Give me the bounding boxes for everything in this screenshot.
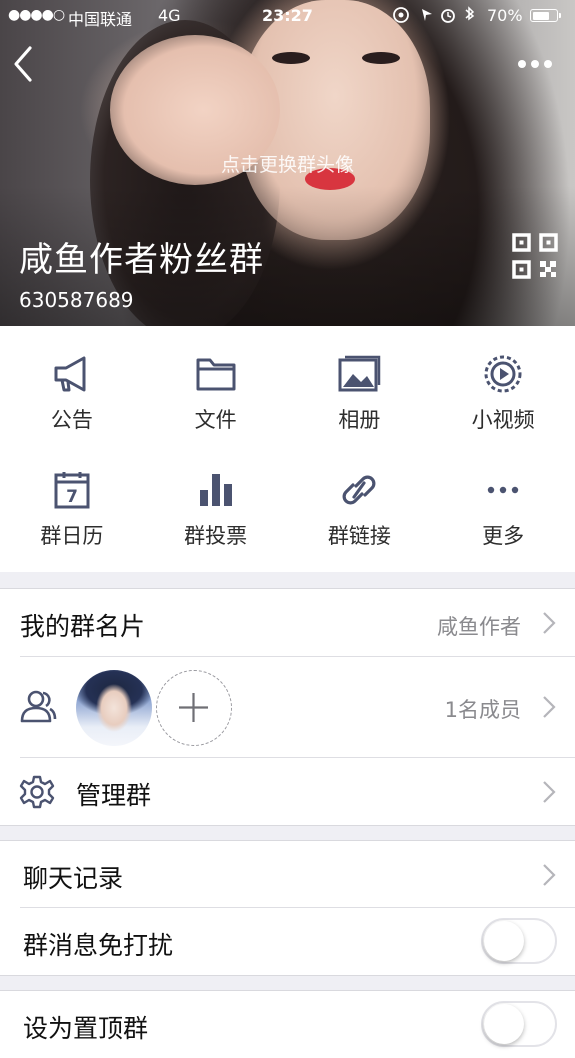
members-icon (20, 690, 57, 723)
grid-label-vote: 群投票 (184, 524, 248, 548)
grid-label-short-video: 小视频 (471, 408, 535, 432)
status-icons (392, 6, 478, 28)
member-avatar[interactable] (76, 670, 152, 746)
chevron-left-icon (14, 46, 32, 82)
plus-icon (179, 693, 208, 722)
grid-label-calendar: 群日历 (40, 524, 104, 548)
link-icon (342, 475, 376, 505)
group-id: 630587689 (19, 288, 134, 312)
pin-group-row: 设为置顶群 (0, 991, 575, 1058)
ellipsis-icon (518, 60, 552, 68)
my-group-card-label: 我的群名片 (20, 612, 146, 641)
pin-group-toggle[interactable] (481, 1001, 557, 1047)
network-type: 4G (158, 6, 181, 25)
mute-notifications-row: 群消息免打扰 (0, 908, 575, 975)
gear-icon (19, 775, 55, 809)
more-dots-icon (487, 486, 519, 494)
pin-group-label: 设为置顶群 (23, 1014, 149, 1043)
grid-label-announcement: 公告 (50, 408, 93, 432)
change-avatar-hint[interactable]: 点击更换群头像 (0, 150, 575, 177)
group-name: 咸鱼作者粉丝群 (19, 240, 264, 280)
chevron-right-icon (543, 781, 556, 803)
add-member-button[interactable] (156, 670, 232, 746)
toggle-knob (484, 1004, 524, 1044)
chevron-right-icon (543, 696, 556, 718)
grid-item-album[interactable]: 相册 (288, 326, 432, 442)
photo-eye-left (272, 52, 310, 64)
toggle-knob (484, 921, 524, 961)
grid-item-files[interactable]: 文件 (144, 326, 288, 442)
pin-section: 设为置顶群 (0, 990, 575, 1058)
grid-item-more[interactable]: 更多 (431, 442, 575, 572)
signal-strength: ●●●●○ (8, 7, 65, 23)
members-row[interactable]: 1名成员 (0, 657, 575, 757)
grid-label-album: 相册 (338, 408, 381, 432)
manage-group-row[interactable]: 管理群 (0, 758, 575, 825)
carrier-name: 中国联通 (68, 10, 133, 29)
status-time: 23:27 (262, 6, 313, 25)
status-bar: ●●●●○ 中国联通 4G 23:27 70% (0, 0, 575, 32)
folder-icon (196, 358, 236, 391)
battery-nub (559, 13, 561, 18)
grid-item-vote[interactable]: 群投票 (144, 442, 288, 572)
megaphone-icon (54, 356, 86, 392)
my-group-card-value: 咸鱼作者 (437, 615, 521, 639)
grid-item-calendar[interactable]: 7 群日历 (0, 442, 144, 572)
battery-icon (530, 9, 561, 22)
manage-group-label: 管理群 (76, 781, 152, 810)
qr-code-icon (512, 233, 558, 279)
mute-notifications-label: 群消息免打扰 (23, 931, 174, 960)
back-button[interactable] (8, 42, 44, 86)
group-feature-grid: 公告 文件 相册 小视频 7 群日历 群投票 群链接 更多 (0, 326, 575, 572)
battery-fill (532, 11, 549, 20)
calendar-icon: 7 (54, 472, 90, 509)
grid-label-more: 更多 (482, 524, 525, 548)
member-count: 1名成员 (444, 698, 521, 722)
chevron-right-icon (543, 864, 556, 886)
battery-percent: 70% (487, 6, 523, 25)
photo-eye-right (362, 52, 400, 64)
photo-album-icon (338, 355, 381, 392)
status-indicator-icons (393, 6, 475, 23)
chat-history-row[interactable]: 聊天记录 (0, 841, 575, 908)
chat-settings-section: 聊天记录 群消息免打扰 (0, 840, 575, 976)
group-info-section: 我的群名片 咸鱼作者 1名成员 管理群 (0, 588, 575, 826)
mute-notifications-toggle[interactable] (481, 918, 557, 964)
calendar-day: 7 (66, 487, 78, 507)
bar-chart-icon (199, 474, 232, 506)
more-options-button[interactable] (512, 50, 558, 78)
my-group-card-row[interactable]: 我的群名片 咸鱼作者 (0, 589, 575, 656)
grid-label-link: 群链接 (327, 524, 391, 548)
grid-label-files: 文件 (194, 408, 237, 432)
chevron-right-icon (543, 612, 556, 634)
grid-item-announcement[interactable]: 公告 (0, 326, 144, 442)
grid-item-link[interactable]: 群链接 (288, 442, 432, 572)
grid-item-short-video[interactable]: 小视频 (431, 326, 575, 442)
chat-history-label: 聊天记录 (23, 864, 124, 893)
video-play-icon (484, 355, 522, 393)
qr-code-button[interactable] (511, 232, 559, 280)
